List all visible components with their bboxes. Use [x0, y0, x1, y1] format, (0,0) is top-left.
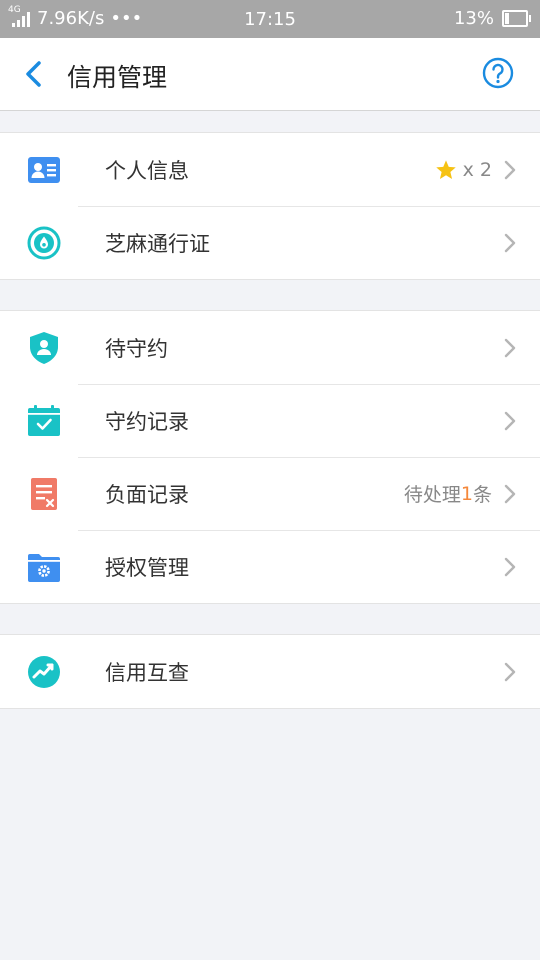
battery-percent: 13% [453, 8, 494, 29]
pending-status: 待处理 1 条 [404, 480, 492, 507]
status-bar: 4G 7.96K/s ••• 17:15 13% [0, 0, 540, 38]
row-pending-promise[interactable]: 待守约 [0, 311, 540, 384]
row-label: 个人信息 [105, 158, 189, 183]
pending-unit: 条 [472, 484, 492, 506]
chevron-right-icon [504, 662, 516, 681]
row-label: 负面记录 [105, 482, 189, 507]
id-card-icon [28, 157, 60, 183]
mutual-check-icon [28, 656, 60, 688]
shield-user-icon [30, 332, 58, 364]
row-personal-info[interactable]: 个人信息 x 2 [0, 133, 540, 206]
row-label: 守约记录 [105, 409, 189, 434]
credit-info-group: 个人信息 x 2 芝麻通行证 [0, 132, 540, 280]
mutual-check-group: 信用互查 [0, 634, 540, 709]
row-label: 芝麻通行证 [105, 231, 210, 256]
chevron-right-icon [504, 233, 516, 252]
chevron-right-icon [504, 484, 516, 503]
pending-count: 1 [460, 482, 473, 505]
row-extra: x 2 [435, 159, 492, 181]
navigation-bar: 信用管理 [0, 38, 540, 111]
row-mutual-check[interactable]: 信用互查 [0, 635, 540, 708]
star-count: x 2 [462, 158, 492, 181]
sesame-pass-icon [27, 226, 61, 260]
chevron-right-icon [504, 557, 516, 576]
document-cross-icon [31, 478, 57, 510]
row-promise-records[interactable]: 守约记录 [0, 384, 540, 457]
battery-icon [502, 10, 531, 27]
folder-gear-icon [28, 554, 60, 582]
row-negative-records[interactable]: 负面记录 待处理 1 条 [0, 457, 540, 530]
promise-group: 待守约 守约记录 负面记录 待处理 1 条 授权管理 [0, 310, 540, 604]
chevron-right-icon [504, 338, 516, 357]
star-icon [435, 159, 456, 179]
chevron-right-icon [504, 411, 516, 430]
page-title: 信用管理 [67, 63, 168, 92]
row-label: 授权管理 [105, 555, 189, 580]
pending-text: 待处理 [403, 484, 461, 506]
chevron-right-icon [504, 160, 516, 179]
row-label: 待守约 [105, 336, 168, 361]
calendar-check-icon [28, 405, 60, 436]
row-sesame-pass[interactable]: 芝麻通行证 [0, 206, 540, 279]
row-authorization[interactable]: 授权管理 [0, 530, 540, 603]
status-right: 13% [453, 8, 531, 29]
help-icon[interactable] [482, 57, 514, 89]
back-arrow-icon[interactable] [22, 58, 46, 90]
row-label: 信用互查 [105, 660, 189, 685]
